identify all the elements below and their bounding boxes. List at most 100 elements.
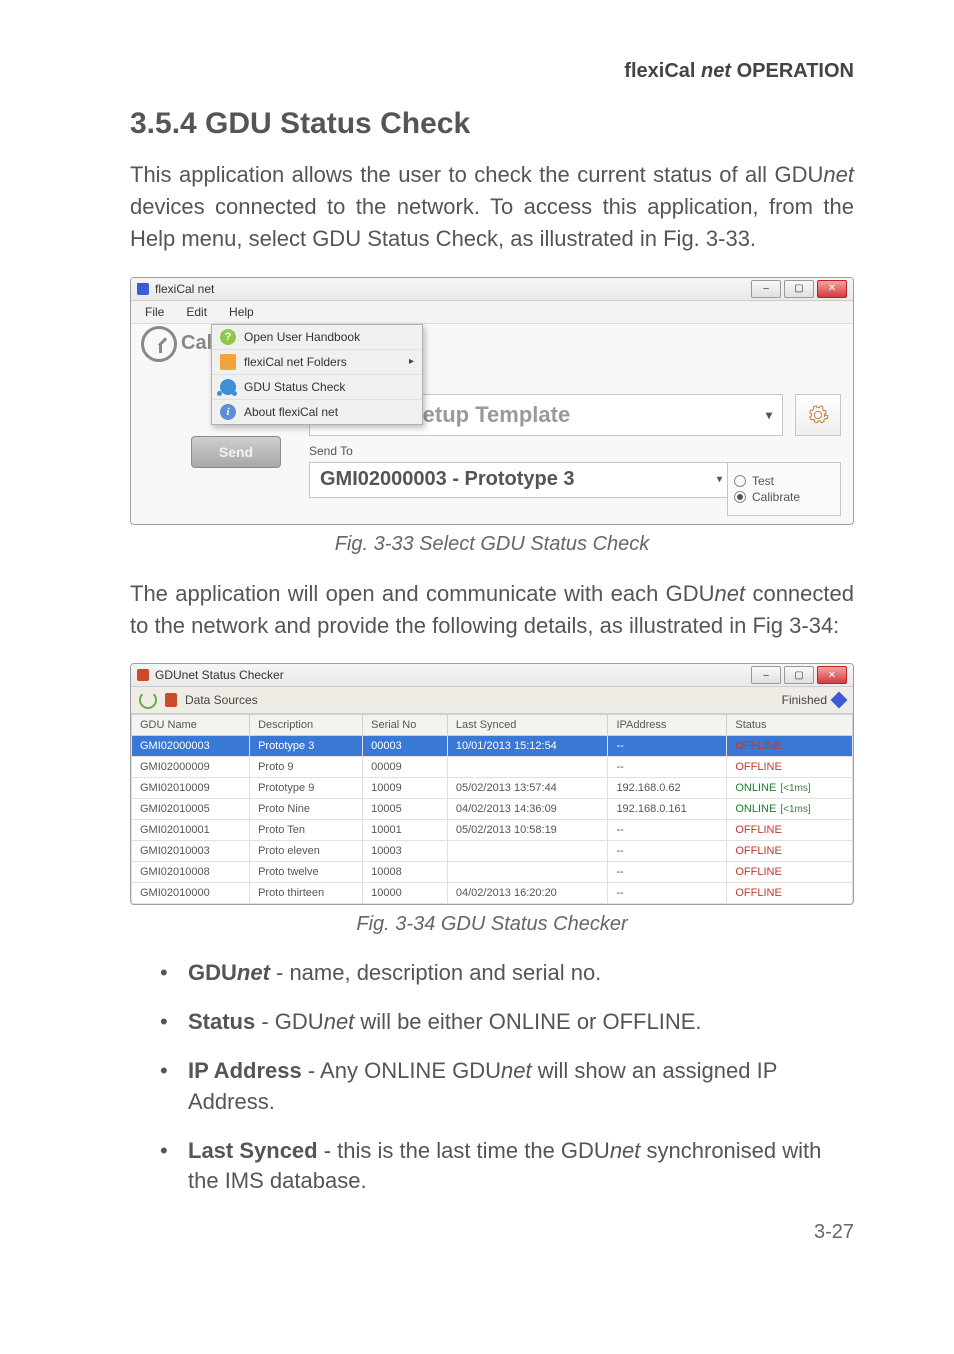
chevron-down-icon: ▾	[717, 474, 722, 485]
maximize-button[interactable]: ▢	[784, 280, 814, 298]
table-row[interactable]: GMI02010003Proto eleven10003--OFFLINE	[132, 841, 853, 862]
toolbar: Data Sources Finished	[131, 687, 853, 714]
header-section: OPERATION	[737, 60, 854, 82]
cell-synced: 05/02/2013 10:58:19	[447, 820, 608, 841]
cell-status: OFFLINE	[727, 757, 853, 778]
radio-calibrate[interactable]: Calibrate	[734, 490, 834, 504]
cell-desc: Proto twelve	[250, 862, 363, 883]
table-row[interactable]: GMI02000009Proto 900009--OFFLINE	[132, 757, 853, 778]
cell-desc: Prototype 9	[250, 778, 363, 799]
radio-test[interactable]: Test	[734, 474, 834, 488]
cell-desc: Prototype 3	[250, 736, 363, 757]
col-description[interactable]: Description	[250, 715, 363, 736]
minimize-button[interactable]: –	[751, 666, 781, 684]
cell-status: OFFLINE	[727, 736, 853, 757]
help-item-label: flexiCal net Folders	[244, 355, 347, 369]
send-button[interactable]: Send	[191, 436, 281, 468]
radio-label: Calibrate	[752, 490, 800, 504]
cell-desc: Proto thirteen	[250, 883, 363, 904]
help-item-status-check[interactable]: GDU Status Check	[212, 375, 422, 400]
chevron-down-icon: ▾	[766, 408, 772, 422]
table-row[interactable]: GMI02010008Proto twelve10008--OFFLINE	[132, 862, 853, 883]
cell-synced: 04/02/2013 16:20:20	[447, 883, 608, 904]
refresh-icon[interactable]	[139, 691, 157, 709]
radio-label: Test	[752, 474, 774, 488]
bullet-list: GDUnet - name, description and serial no…	[160, 958, 854, 1197]
help-item-about[interactable]: About flexiCal net	[212, 400, 422, 424]
bullet-bold: Last Synced	[188, 1138, 318, 1163]
page-number: 3-27	[130, 1221, 854, 1244]
minimize-button[interactable]: –	[751, 280, 781, 298]
cell-ip: --	[608, 736, 727, 757]
help-item-folders[interactable]: flexiCal net Folders ▸	[212, 350, 422, 375]
close-button[interactable]: ✕	[817, 280, 847, 298]
cell-serial: 10000	[363, 883, 448, 904]
submenu-arrow-icon: ▸	[409, 356, 414, 367]
cell-ip: 192.168.0.62	[608, 778, 727, 799]
menu-edit[interactable]: Edit	[176, 303, 217, 321]
col-ip[interactable]: IPAddress	[608, 715, 727, 736]
window-titlebar: GDUnet Status Checker – ▢ ✕	[131, 664, 853, 687]
app-icon	[137, 283, 149, 295]
maximize-button[interactable]: ▢	[784, 666, 814, 684]
figure-caption-2: Fig. 3-34 GDU Status Checker	[130, 913, 854, 936]
cell-status: OFFLINE	[727, 841, 853, 862]
sendto-label: Send To	[309, 444, 353, 458]
mode-panel: Test Calibrate	[727, 462, 841, 516]
help-item-handbook[interactable]: Open User Handbook	[212, 325, 422, 350]
cell-serial: 10003	[363, 841, 448, 862]
col-serial[interactable]: Serial No	[363, 715, 448, 736]
col-last-synced[interactable]: Last Synced	[447, 715, 608, 736]
cell-ip: --	[608, 862, 727, 883]
table-row[interactable]: GMI02010001Proto Ten1000105/02/2013 10:5…	[132, 820, 853, 841]
help-item-label: Open User Handbook	[244, 330, 360, 344]
table-row[interactable]: GMI02010005Proto Nine1000504/02/2013 14:…	[132, 799, 853, 820]
bullet-gdunet: GDUnet - name, description and serial no…	[160, 958, 854, 989]
bullet-ip: IP Address - Any ONLINE GDUnet will show…	[160, 1056, 854, 1118]
folder-icon	[220, 354, 236, 370]
bullet-synced: Last Synced - this is the last time the …	[160, 1136, 854, 1198]
screenshot-help-menu: flexiCal net – ▢ ✕ File Edit Help Cal	[130, 277, 854, 525]
screenshot-status-checker: GDUnet Status Checker – ▢ ✕ Data Sources…	[130, 663, 854, 905]
data-sources-label: Data Sources	[185, 693, 258, 707]
app-icon	[137, 669, 149, 681]
cal-label: Cal	[181, 332, 212, 355]
settings-button[interactable]	[795, 394, 841, 436]
page-header: flexiCal net OPERATION	[130, 60, 854, 83]
sendto-combo[interactable]: GMI02000003 - Prototype 3 ▾	[309, 462, 733, 498]
status-table: GDU Name Description Serial No Last Sync…	[131, 714, 853, 904]
cell-name: GMI02010001	[132, 820, 250, 841]
cell-name: GMI02010009	[132, 778, 250, 799]
cell-synced	[447, 841, 608, 862]
table-row[interactable]: GMI02000003Prototype 30000310/01/2013 15…	[132, 736, 853, 757]
cell-name: GMI02000009	[132, 757, 250, 778]
gear-icon	[807, 404, 829, 426]
info-icon	[220, 404, 236, 420]
table-row[interactable]: GMI02010009Prototype 91000905/02/2013 13…	[132, 778, 853, 799]
window-title: GDUnet Status Checker	[155, 668, 284, 682]
window-titlebar: flexiCal net – ▢ ✕	[131, 278, 853, 301]
cell-desc: Proto Nine	[250, 799, 363, 820]
col-gdu-name[interactable]: GDU Name	[132, 715, 250, 736]
clock-icon	[141, 326, 177, 362]
cell-synced	[447, 862, 608, 883]
bullet-bold: IP Address	[188, 1058, 302, 1083]
cell-desc: Proto Ten	[250, 820, 363, 841]
close-button[interactable]: ✕	[817, 666, 847, 684]
cell-name: GMI02000003	[132, 736, 250, 757]
radio-icon	[734, 491, 746, 503]
cell-ip: --	[608, 883, 727, 904]
table-row[interactable]: GMI02010000Proto thirteen1000004/02/2013…	[132, 883, 853, 904]
col-status[interactable]: Status	[727, 715, 853, 736]
menu-file[interactable]: File	[135, 303, 174, 321]
cell-ip: --	[608, 757, 727, 778]
product-variant: net	[701, 60, 731, 82]
cell-desc: Proto 9	[250, 757, 363, 778]
status-indicator-icon	[831, 692, 848, 709]
cell-synced: 04/02/2013 14:36:09	[447, 799, 608, 820]
database-icon[interactable]	[165, 693, 177, 707]
menu-help[interactable]: Help	[219, 303, 264, 321]
product-name: flexiCal	[624, 60, 695, 82]
cell-serial: 00003	[363, 736, 448, 757]
help-item-label: About flexiCal net	[244, 405, 338, 419]
